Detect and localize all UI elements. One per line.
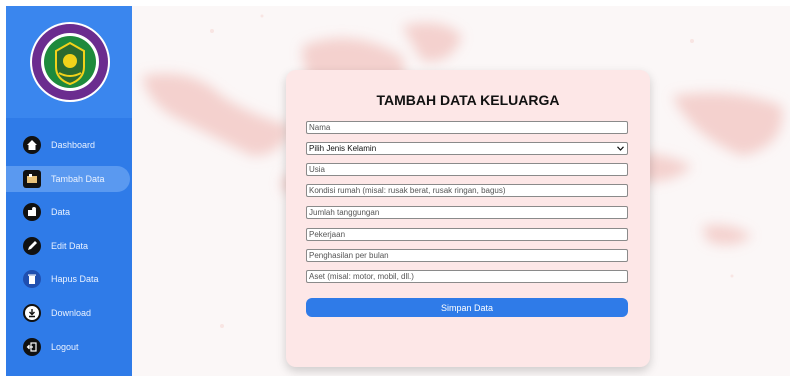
sidebar-nav: Dashboard Tambah Data Data Edit Data Hap… bbox=[6, 132, 132, 367]
chevron-down-icon bbox=[617, 146, 624, 151]
sidebar-item-label: Edit Data bbox=[51, 240, 89, 251]
tambah-data-card: TAMBAH DATA KELUARGA Nama Pilih Jenis Ke… bbox=[286, 70, 650, 367]
sidebar-item-label: Data bbox=[51, 207, 71, 218]
dinas-sosial-logo bbox=[30, 22, 110, 102]
pencil-icon bbox=[23, 236, 41, 255]
sidebar-item-label: Download bbox=[51, 307, 92, 318]
sidebar-header bbox=[6, 6, 132, 118]
sidebar-item-label: Dashboard bbox=[51, 140, 96, 150]
jenis-kelamin-select[interactable]: Pilih Jenis Kelamin bbox=[306, 142, 628, 155]
add-data-icon bbox=[23, 169, 41, 188]
sidebar-item-tambah-data[interactable]: Tambah Data bbox=[6, 165, 130, 192]
simpan-data-button[interactable]: Simpan Data bbox=[306, 298, 628, 317]
sidebar-item-download[interactable]: Download bbox=[6, 300, 132, 326]
penghasilan-input[interactable]: Penghasilan per bulan bbox=[306, 249, 628, 262]
jumlah-tanggungan-input[interactable]: Jumlah tanggungan bbox=[306, 206, 628, 219]
sidebar-item-label: Tambah Data bbox=[51, 173, 105, 184]
trash-icon bbox=[23, 270, 41, 289]
form-title: TAMBAH DATA KELUARGA bbox=[376, 92, 560, 108]
nama-input[interactable]: Nama bbox=[306, 121, 628, 134]
aset-input[interactable]: Aset (misal: motor, mobil, dll.) bbox=[306, 270, 628, 283]
jenis-kelamin-selected: Pilih Jenis Kelamin bbox=[309, 144, 377, 153]
sidebar-item-data[interactable]: Data bbox=[6, 199, 132, 225]
kondisi-rumah-input[interactable]: Kondisi rumah (misal: rusak berat, rusak… bbox=[306, 184, 628, 197]
sidebar-item-logout[interactable]: Logout bbox=[6, 334, 132, 360]
data-icon bbox=[23, 203, 41, 222]
sidebar-item-edit-data[interactable]: Edit Data bbox=[6, 233, 132, 259]
sidebar-item-label: Logout bbox=[51, 341, 79, 352]
sidebar-item-hapus-data[interactable]: Hapus Data bbox=[6, 266, 132, 292]
pekerjaan-input[interactable]: Pekerjaan bbox=[306, 228, 628, 241]
sidebar-item-label: Hapus Data bbox=[51, 274, 99, 285]
usia-input[interactable]: Usia bbox=[306, 163, 628, 176]
home-icon bbox=[23, 136, 41, 154]
sidebar-item-dashboard[interactable]: Dashboard bbox=[6, 132, 132, 158]
download-icon bbox=[23, 303, 41, 322]
logout-icon bbox=[23, 337, 41, 356]
sidebar: Dashboard Tambah Data Data Edit Data Hap… bbox=[6, 6, 132, 376]
